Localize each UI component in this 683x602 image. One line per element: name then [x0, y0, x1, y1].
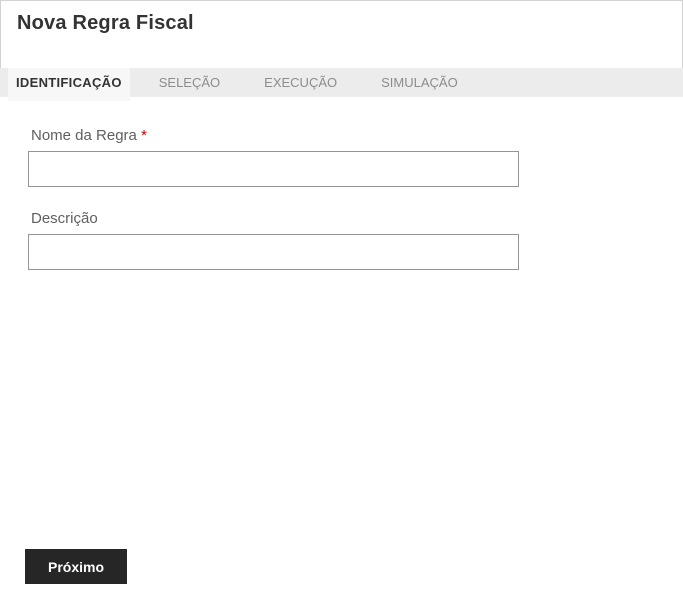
tab-execucao[interactable]: EXECUÇÃO	[249, 68, 352, 97]
descricao-input[interactable]	[28, 234, 519, 270]
tab-simulacao[interactable]: SIMULAÇÃO	[366, 68, 473, 97]
page-title: Nova Regra Fiscal	[17, 12, 194, 34]
required-asterisk: *	[141, 127, 147, 144]
field-group-descricao: Descrição	[28, 210, 683, 270]
tab-bar: IDENTIFICAÇÃO SELEÇÃO EXECUÇÃO SIMULAÇÃO	[0, 68, 683, 101]
tab-simulacao-label: SIMULAÇÃO	[381, 75, 458, 90]
page-header: Nova Regra Fiscal	[0, 0, 683, 68]
descricao-label: Descrição	[31, 210, 683, 227]
proximo-button[interactable]: Próximo	[25, 549, 127, 584]
descricao-label-text: Descrição	[31, 210, 98, 227]
tab-execucao-label: EXECUÇÃO	[264, 75, 338, 90]
nome-da-regra-label-text: Nome da Regra	[31, 127, 137, 144]
tab-identificacao[interactable]: IDENTIFICAÇÃO	[8, 68, 130, 101]
page-container: Nova Regra Fiscal IDENTIFICAÇÃO SELEÇÃO …	[0, 0, 683, 602]
nome-da-regra-label: Nome da Regra *	[31, 127, 683, 144]
field-group-nome-da-regra: Nome da Regra *	[28, 127, 683, 187]
tab-selecao-label: SELEÇÃO	[158, 75, 221, 90]
tab-selecao[interactable]: SELEÇÃO	[144, 68, 235, 97]
nome-da-regra-input[interactable]	[28, 151, 519, 187]
identification-form: Nome da Regra * Descrição	[0, 127, 683, 270]
tab-identificacao-label: IDENTIFICAÇÃO	[16, 75, 122, 90]
